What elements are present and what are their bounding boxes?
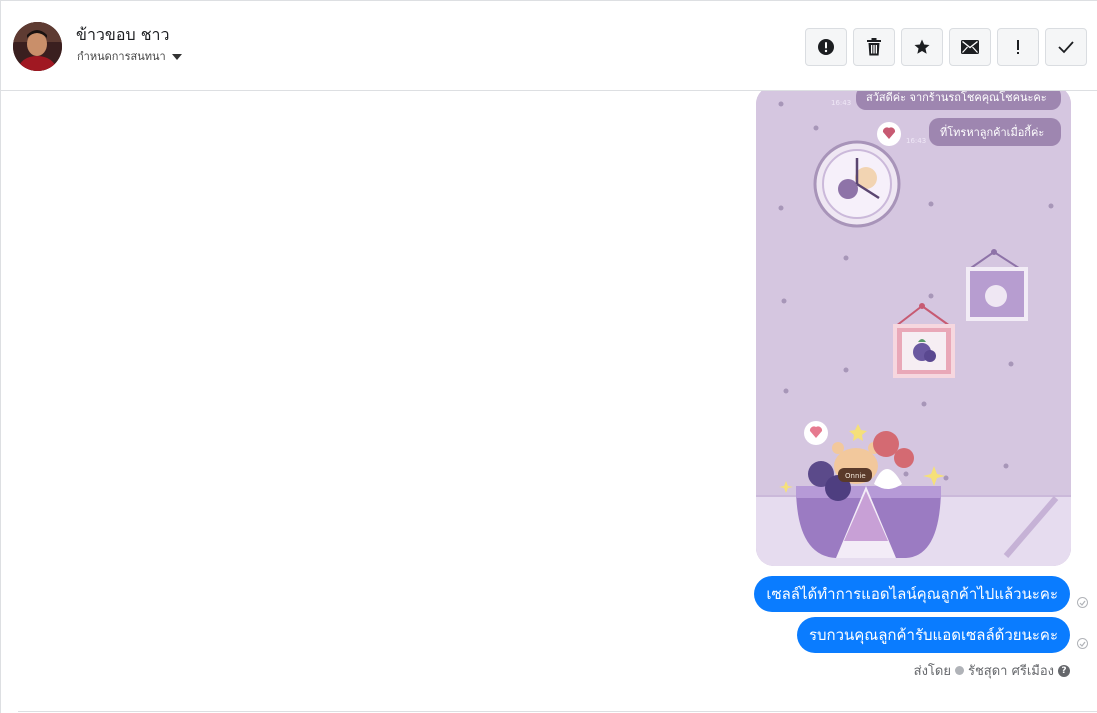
help-icon[interactable]: ? [1058,664,1070,677]
star-button[interactable] [901,28,943,66]
assign-label: กำหนดการสนทนา [77,50,166,63]
report-button[interactable] [805,28,847,66]
delivered-check-icon [1077,638,1088,649]
sent-by-label: ส่งโดย [913,664,951,679]
cake-label: Onnie [845,472,866,480]
contact-name[interactable]: ข้าวขอบ ชาว [76,23,170,48]
conversation-header: ข้าวขอบ ชาว กำหนดการสนทนา [1,1,1097,91]
mark-done-button[interactable] [1045,28,1087,66]
delivered-check-icon [1077,597,1088,608]
check-icon [1058,41,1074,54]
image-attachment[interactable]: 16:43 สวัสดีค่ะ จากร้านรถโชคคุณโชคนะคะ 1… [756,91,1071,566]
trash-icon [867,38,881,56]
outgoing-message[interactable]: เซลล์ได้ทำการแอดไลน์คุณลูกค้าไปแล้วนะคะ [754,576,1070,612]
mark-unread-button[interactable] [949,28,991,66]
alert-circle-icon [818,39,834,55]
star-icon [914,39,930,54]
assign-conversation-dropdown[interactable]: กำหนดการสนทนา [77,47,182,65]
sent-by-info: ส่งโดย รัชสุดา ศรีเมือง ? [914,660,1070,681]
outgoing-message[interactable]: รบกวนคุณลูกค้ารับแอดเซลล์ด้วยนะคะ [796,617,1070,653]
delete-button[interactable] [853,28,895,66]
chat-wallpaper-image: 16:43 สวัสดีค่ะ จากร้านรถโชคคุณโชคนะคะ 1… [756,91,1071,566]
envelope-icon [961,40,979,54]
action-toolbar [805,28,1087,66]
verified-icon [954,666,964,675]
caret-down-icon [171,54,182,60]
screenshot-time-1: 16:43 [831,99,851,107]
screenshot-time-2: 16:43 [906,137,926,145]
follow-up-button[interactable] [997,28,1039,66]
composer-divider [18,711,1097,712]
screenshot-line-1: สวัสดีค่ะ จากร้านรถโชคคุณโชคนะคะ [866,91,1047,104]
message-thread[interactable]: 16:43 สวัสดีค่ะ จากร้านรถโชคคุณโชคนะคะ 1… [1,91,1097,713]
avatar[interactable] [13,22,62,71]
sender-name: รัชสุดา ศรีเมือง [967,664,1054,679]
exclamation-icon [1017,40,1019,54]
screenshot-line-2: ที่โทรหาลูกค้าเมื่อกี้ค่ะ [940,124,1044,139]
